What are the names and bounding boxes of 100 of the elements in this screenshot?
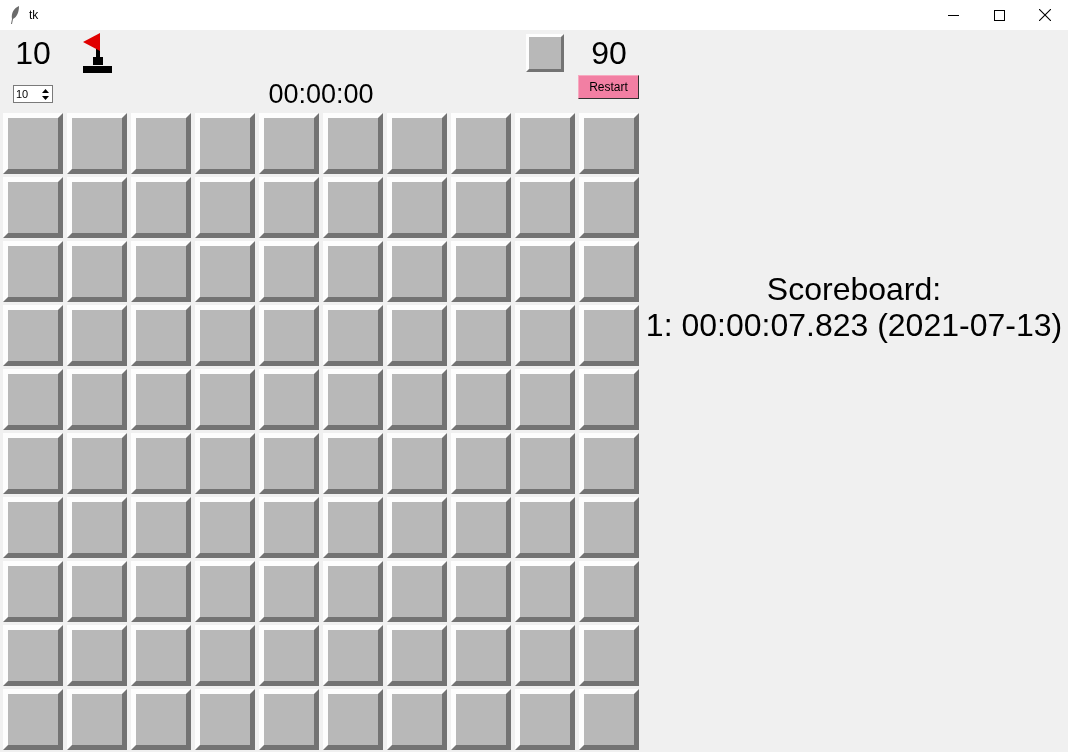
tile-button[interactable] xyxy=(259,241,319,302)
tile-button[interactable] xyxy=(259,369,319,430)
tile-button[interactable] xyxy=(515,241,575,302)
tile-button[interactable] xyxy=(323,177,383,238)
tile-button[interactable] xyxy=(131,305,191,366)
tile-button[interactable] xyxy=(3,433,63,494)
tile-button[interactable] xyxy=(3,561,63,622)
tile-button[interactable] xyxy=(387,369,447,430)
tile-button[interactable] xyxy=(259,689,319,750)
tile-button[interactable] xyxy=(515,113,575,174)
tile-button[interactable] xyxy=(451,241,511,302)
tile-button[interactable] xyxy=(451,625,511,686)
tile-button[interactable] xyxy=(451,113,511,174)
tile-button[interactable] xyxy=(67,561,127,622)
tile-button[interactable] xyxy=(579,625,639,686)
tile-button[interactable] xyxy=(515,497,575,558)
tile-button[interactable] xyxy=(515,433,575,494)
tile-button[interactable] xyxy=(579,497,639,558)
tile-button[interactable] xyxy=(387,241,447,302)
tile-button[interactable] xyxy=(451,497,511,558)
tile-button[interactable] xyxy=(67,113,127,174)
tile-button[interactable] xyxy=(515,689,575,750)
tile-button[interactable] xyxy=(387,113,447,174)
tile-button[interactable] xyxy=(579,561,639,622)
tile-button[interactable] xyxy=(323,497,383,558)
tile-button[interactable] xyxy=(451,177,511,238)
tile-button[interactable] xyxy=(387,689,447,750)
tile-button[interactable] xyxy=(323,305,383,366)
tile-button[interactable] xyxy=(259,305,319,366)
tile-button[interactable] xyxy=(323,369,383,430)
tile-button[interactable] xyxy=(451,369,511,430)
tile-button[interactable] xyxy=(131,241,191,302)
tile-button[interactable] xyxy=(131,433,191,494)
tile-button[interactable] xyxy=(131,369,191,430)
tile-button[interactable] xyxy=(259,113,319,174)
tile-button[interactable] xyxy=(451,305,511,366)
tile-button[interactable] xyxy=(3,305,63,366)
tile-button[interactable] xyxy=(3,177,63,238)
tile-button[interactable] xyxy=(131,497,191,558)
tile-button[interactable] xyxy=(3,241,63,302)
tile-button[interactable] xyxy=(579,241,639,302)
tile-button[interactable] xyxy=(451,561,511,622)
tile-button[interactable] xyxy=(515,305,575,366)
tile-button[interactable] xyxy=(451,433,511,494)
tile-button[interactable] xyxy=(515,625,575,686)
tile-button[interactable] xyxy=(195,113,255,174)
tile-button[interactable] xyxy=(131,689,191,750)
tile-button[interactable] xyxy=(323,113,383,174)
tile-button[interactable] xyxy=(451,689,511,750)
tile-button[interactable] xyxy=(67,433,127,494)
tile-button[interactable] xyxy=(515,369,575,430)
tile-button[interactable] xyxy=(195,625,255,686)
tile-button[interactable] xyxy=(67,625,127,686)
tile-button[interactable] xyxy=(323,433,383,494)
tile-button[interactable] xyxy=(131,625,191,686)
tile-button[interactable] xyxy=(195,433,255,494)
caret-down-icon[interactable] xyxy=(42,95,49,100)
tile-button[interactable] xyxy=(67,369,127,430)
tile-button[interactable] xyxy=(579,689,639,750)
tile-button[interactable] xyxy=(67,497,127,558)
tile-button[interactable] xyxy=(195,241,255,302)
tile-button[interactable] xyxy=(259,561,319,622)
tile-button[interactable] xyxy=(579,305,639,366)
tile-button[interactable] xyxy=(387,497,447,558)
tile-button[interactable] xyxy=(387,305,447,366)
tile-button[interactable] xyxy=(323,241,383,302)
tile-button[interactable] xyxy=(515,561,575,622)
tile-button[interactable] xyxy=(387,177,447,238)
tile-button[interactable] xyxy=(195,369,255,430)
tile-button[interactable] xyxy=(579,113,639,174)
caret-up-icon[interactable] xyxy=(42,88,49,93)
tile-button[interactable] xyxy=(67,177,127,238)
tile-button[interactable] xyxy=(3,625,63,686)
restart-button[interactable]: Restart xyxy=(578,75,639,99)
tile-button[interactable] xyxy=(131,177,191,238)
tile-button[interactable] xyxy=(67,241,127,302)
tile-button[interactable] xyxy=(579,369,639,430)
tile-button[interactable] xyxy=(195,689,255,750)
tile-button[interactable] xyxy=(579,177,639,238)
tile-button[interactable] xyxy=(259,177,319,238)
tile-button[interactable] xyxy=(131,561,191,622)
tile-button[interactable] xyxy=(3,689,63,750)
tile-button[interactable] xyxy=(515,177,575,238)
tile-button[interactable] xyxy=(67,689,127,750)
tile-button[interactable] xyxy=(195,177,255,238)
tile-button[interactable] xyxy=(387,625,447,686)
tile-button[interactable] xyxy=(387,433,447,494)
tile-button[interactable] xyxy=(195,305,255,366)
tile-button[interactable] xyxy=(3,497,63,558)
tile-button[interactable] xyxy=(579,433,639,494)
tile-button[interactable] xyxy=(3,113,63,174)
number-spinbox[interactable]: 10 xyxy=(13,85,53,103)
tile-button[interactable] xyxy=(259,625,319,686)
tile-button[interactable] xyxy=(259,433,319,494)
tile-button[interactable] xyxy=(387,561,447,622)
tile-button[interactable] xyxy=(131,113,191,174)
tile-button[interactable] xyxy=(67,305,127,366)
tile-button[interactable] xyxy=(323,689,383,750)
tile-button[interactable] xyxy=(323,561,383,622)
tile-button[interactable] xyxy=(195,561,255,622)
